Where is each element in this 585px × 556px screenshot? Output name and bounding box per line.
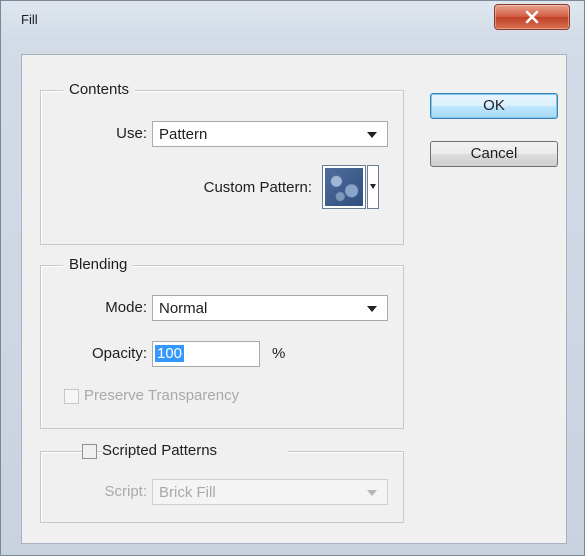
contents-legend: Contents [63,81,136,98]
use-label: Use: [116,125,147,142]
mode-label: Mode: [105,299,147,316]
opacity-input[interactable]: 100 [152,341,260,367]
use-select-value: Pattern [159,126,208,143]
blending-legend: Blending [63,256,134,273]
preserve-transparency-checkbox[interactable] [64,389,79,404]
scripted-patterns-checkbox[interactable] [82,444,97,459]
close-icon [525,10,539,24]
preserve-transparency-label: Preserve Transparency [84,387,240,404]
use-select[interactable]: Pattern [152,121,388,147]
dropdown-arrow-icon [367,490,377,496]
script-select[interactable]: Brick Fill [152,479,388,505]
script-select-value: Brick Fill [159,484,216,501]
window-title: Fill [21,12,38,27]
title-bar[interactable]: Fill [1,1,584,39]
dropdown-arrow-icon [370,184,376,189]
fill-dialog: Fill Contents Use: Pattern Custom Patter… [0,0,585,556]
dropdown-arrow-icon [367,306,377,312]
opacity-unit: % [272,345,286,362]
cancel-button[interactable]: Cancel [430,141,558,167]
custom-pattern-dropdown[interactable] [367,165,379,209]
dialog-body: Contents Use: Pattern Custom Pattern: Bl… [21,54,567,544]
script-label: Script: [104,483,147,500]
scripted-patterns-label: Scripted Patterns [102,442,288,459]
ok-button[interactable]: OK [430,93,558,119]
close-button[interactable] [494,4,570,30]
pattern-swatch-icon [325,168,363,206]
dropdown-arrow-icon [367,132,377,138]
mode-select-value: Normal [159,300,208,317]
opacity-value: 100 [155,345,185,362]
opacity-label: Opacity: [91,345,147,362]
custom-pattern-picker[interactable] [322,165,366,209]
mode-select[interactable]: Normal [152,295,388,321]
custom-pattern-label: Custom Pattern: [203,179,312,196]
